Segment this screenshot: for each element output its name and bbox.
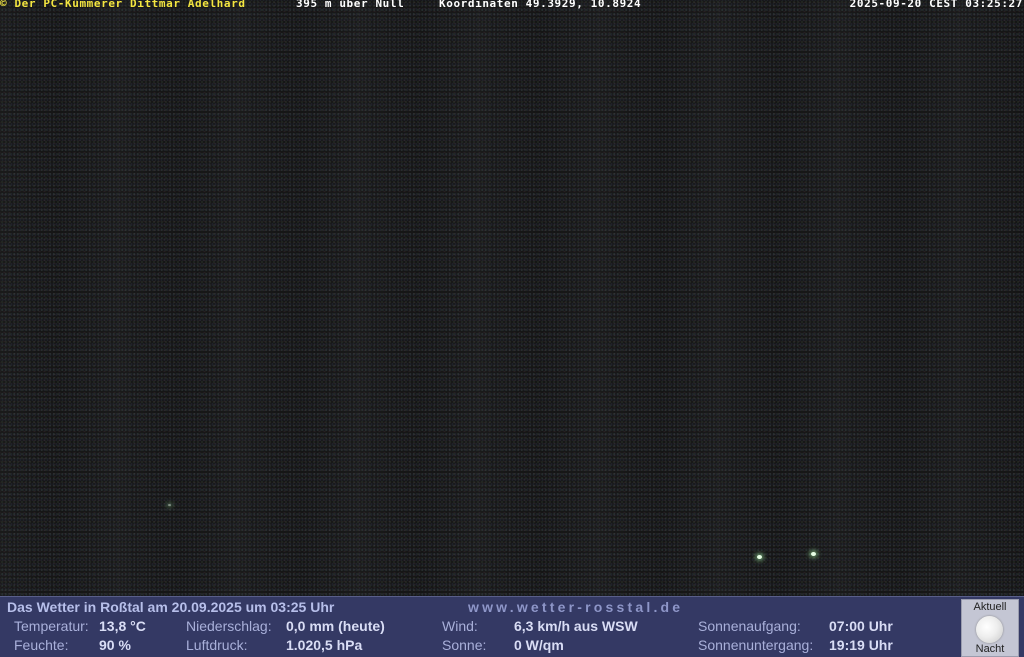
sunset-label: Sonnenuntergang: [698,637,814,653]
moon-bottom-label: Nacht [975,643,1005,655]
distant-light [757,555,762,559]
camera-overlay: © Der PC-Kümmerer Dittmar Adelhard 395 m… [0,0,1024,11]
webcam-image: © Der PC-Kümmerer Dittmar Adelhard 395 m… [0,0,1024,596]
precip-value: 0,0 mm (heute) [286,618,385,634]
website-link[interactable]: www.wetter-rosstal.de [468,599,683,615]
coordinates-text: Koordinaten 49.3929, 10.8924 [439,0,642,10]
pressure-label: Luftdruck: [186,637,248,653]
wind-value: 6,3 km/h aus WSW [514,618,638,634]
moon-phase-panel: Aktuell Nacht [961,599,1019,657]
sunrise-label: Sonnenaufgang: [698,618,801,634]
sunset-value: 19:19 Uhr [829,637,893,653]
sun-label: Sonne: [442,637,487,653]
copyright-text: © Der PC-Kümmerer Dittmar Adelhard [0,0,246,10]
weather-title: Das Wetter in Roßtal am 20.09.2025 um 03… [7,599,335,615]
distant-light [168,504,171,506]
weather-bar: Das Wetter in Roßtal am 20.09.2025 um 03… [0,596,1024,657]
humidity-label: Feuchte: [14,637,69,653]
humidity-value: 90 % [99,637,131,653]
sunrise-value: 07:00 Uhr [829,618,893,634]
wind-label: Wind: [442,618,478,634]
full-moon-icon [976,616,1003,643]
pressure-value: 1.020,5 hPa [286,637,363,653]
temperature-label: Temperatur: [14,618,89,634]
datetime-text: 2025-09-20 CEST 03:25:27 [849,0,1023,10]
precip-label: Niederschlag: [186,618,272,634]
temperature-value: 13,8 °C [99,618,146,634]
sun-value: 0 W/qm [514,637,564,653]
altitude-text: 395 m über Null [296,0,405,10]
distant-light [811,552,816,556]
moon-top-label: Aktuell [973,601,1007,613]
